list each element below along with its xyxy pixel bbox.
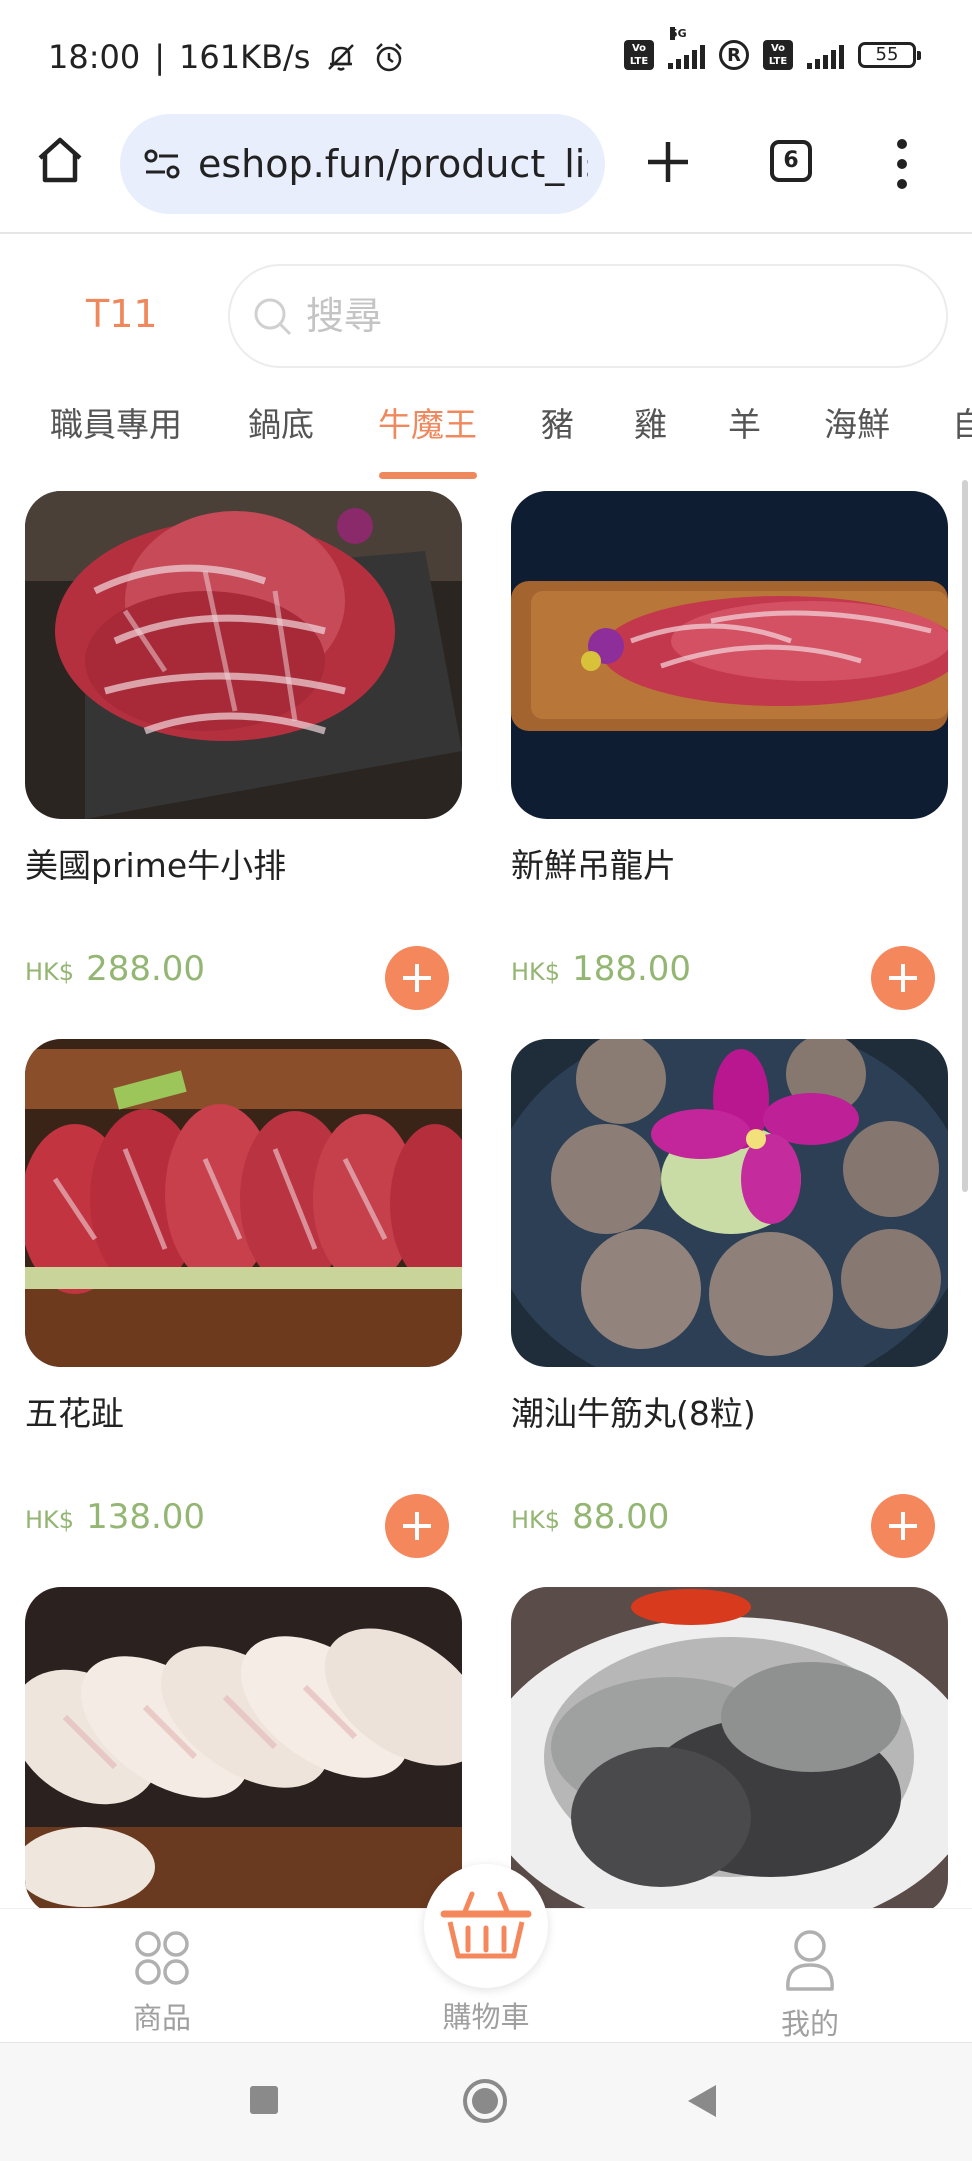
mute-bell-icon bbox=[328, 44, 355, 71]
product-image[interactable] bbox=[25, 491, 462, 819]
status-left: 18:00 | 161KB/s bbox=[48, 38, 406, 76]
price-currency: HK$ bbox=[511, 958, 561, 986]
tab-count-button[interactable]: 6 bbox=[770, 140, 812, 182]
product-price: HK$ 88.00 bbox=[511, 1497, 669, 1537]
tab-beef[interactable]: 牛魔王 bbox=[378, 398, 477, 446]
price-value: 188.00 bbox=[572, 949, 692, 989]
network-type: 5G bbox=[670, 27, 687, 40]
tab-pork[interactable]: 豬 bbox=[541, 398, 574, 446]
signal-icon: 5G bbox=[668, 27, 705, 69]
more-vert-icon[interactable] bbox=[892, 136, 912, 192]
recents-icon[interactable] bbox=[248, 2084, 280, 2116]
nav-mine[interactable]: 我的 bbox=[710, 1929, 910, 2043]
product-name[interactable]: 美國prime牛小排 bbox=[25, 839, 286, 887]
add-to-cart-button[interactable] bbox=[871, 946, 935, 1010]
scrollbar[interactable] bbox=[962, 480, 968, 1192]
browser-toolbar: eshop.fun/product_lis 6 bbox=[0, 110, 972, 234]
volte-badge-2: Vo LTE bbox=[763, 40, 793, 70]
table-label: T11 bbox=[86, 292, 158, 336]
price-value: 88.00 bbox=[572, 1497, 670, 1537]
add-to-cart-button[interactable] bbox=[871, 1494, 935, 1558]
network-speed: 161KB/s bbox=[179, 38, 311, 76]
product-image[interactable] bbox=[511, 491, 948, 819]
nav-products[interactable]: 商品 bbox=[62, 1929, 262, 2037]
search-input[interactable] bbox=[304, 293, 908, 339]
product-price: HK$ 188.00 bbox=[511, 949, 691, 989]
back-icon[interactable] bbox=[684, 2083, 718, 2119]
search-bar[interactable] bbox=[228, 264, 948, 368]
nav-cart-label[interactable]: 購物車 bbox=[386, 1994, 586, 2036]
grid-icon bbox=[135, 1931, 189, 1985]
home-nav-icon[interactable] bbox=[462, 2078, 508, 2124]
product-price: HK$ 138.00 bbox=[25, 1497, 205, 1537]
tab-more[interactable]: 自 bbox=[952, 398, 972, 446]
nav-products-label: 商品 bbox=[132, 2001, 191, 2035]
category-tabs: 職員專用 鍋底 牛魔王 豬 雞 羊 海鮮 自 bbox=[0, 390, 972, 482]
product-image[interactable] bbox=[25, 1039, 462, 1367]
product-image[interactable] bbox=[511, 1039, 948, 1367]
signal-icon-2 bbox=[807, 41, 844, 69]
tab-chicken[interactable]: 雞 bbox=[634, 398, 667, 446]
add-to-cart-button[interactable] bbox=[385, 946, 449, 1010]
price-currency: HK$ bbox=[511, 1506, 561, 1534]
cart-button[interactable] bbox=[424, 1864, 548, 1988]
volte-badge: Vo LTE bbox=[624, 40, 654, 70]
system-navigation bbox=[0, 2042, 972, 2161]
price-value: 138.00 bbox=[86, 1497, 206, 1537]
search-icon bbox=[254, 298, 292, 336]
product-price: HK$ 288.00 bbox=[25, 949, 205, 989]
person-icon bbox=[786, 1930, 834, 1991]
address-bar[interactable]: eshop.fun/product_lis bbox=[120, 114, 605, 214]
status-bar: 18:00 | 161KB/s Vo LTE 5G R Vo LTE 55 bbox=[0, 0, 972, 110]
product-name[interactable]: 潮汕牛筋丸(8粒) bbox=[511, 1387, 756, 1435]
tab-seafood[interactable]: 海鮮 bbox=[824, 398, 890, 446]
roaming-icon: R bbox=[719, 40, 749, 70]
home-icon[interactable] bbox=[32, 132, 88, 188]
nav-mine-label: 我的 bbox=[780, 2007, 839, 2041]
battery-icon: 55 bbox=[858, 42, 921, 68]
url-text[interactable]: eshop.fun/product_lis bbox=[198, 142, 588, 186]
status-time: 18:00 bbox=[48, 38, 141, 76]
status-right: Vo LTE 5G R Vo LTE 55 bbox=[624, 27, 921, 70]
price-currency: HK$ bbox=[25, 1506, 75, 1534]
alarm-icon bbox=[376, 43, 403, 72]
tab-lamb[interactable]: 羊 bbox=[728, 398, 761, 446]
active-tab-indicator bbox=[379, 472, 477, 479]
product-image[interactable] bbox=[511, 1587, 948, 1915]
product-name[interactable]: 五花趾 bbox=[25, 1387, 124, 1435]
price-value: 288.00 bbox=[86, 949, 206, 989]
product-name[interactable]: 新鮮吊龍片 bbox=[511, 839, 676, 887]
basket-icon bbox=[440, 1891, 532, 1959]
plus-icon[interactable] bbox=[644, 138, 692, 186]
tab-staff-only[interactable]: 職員專用 bbox=[50, 398, 182, 446]
product-image[interactable] bbox=[25, 1587, 462, 1915]
tune-icon[interactable] bbox=[142, 144, 182, 184]
price-currency: HK$ bbox=[25, 958, 75, 986]
tab-soup-base[interactable]: 鍋底 bbox=[248, 398, 314, 446]
add-to-cart-button[interactable] bbox=[385, 1494, 449, 1558]
